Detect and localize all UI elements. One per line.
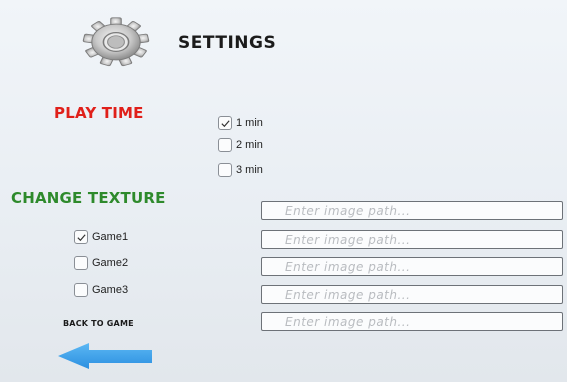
play-time-option-3min[interactable]: 3 min <box>218 162 263 178</box>
texture-label: Game3 <box>92 284 129 296</box>
checkbox-3min[interactable] <box>218 163 232 177</box>
texture-option-game1[interactable]: Game1 <box>74 229 128 245</box>
checkbox-2min[interactable] <box>218 138 232 152</box>
play-time-label: 2 min <box>236 139 263 151</box>
change-texture-heading: CHANGE TEXTURE <box>11 189 166 207</box>
checkbox-game3[interactable] <box>74 283 88 297</box>
left-arrow-icon[interactable] <box>57 342 153 370</box>
play-time-option-2min[interactable]: 2 min <box>218 137 263 153</box>
checkbox-game1[interactable] <box>74 230 88 244</box>
texture-label: Game1 <box>92 231 129 243</box>
image-path-input-5[interactable] <box>261 312 563 331</box>
checkbox-1min[interactable] <box>218 116 232 130</box>
checkmark-icon <box>76 233 86 241</box>
image-path-input-2[interactable] <box>261 230 563 249</box>
play-time-label: 3 min <box>236 164 263 176</box>
gear-icon <box>82 17 150 67</box>
texture-option-game3[interactable]: Game3 <box>74 282 128 298</box>
play-time-label: 1 min <box>236 117 263 129</box>
play-time-heading: PLAY TIME <box>54 104 144 122</box>
texture-option-game2[interactable]: Game2 <box>74 255 128 271</box>
image-path-input-4[interactable] <box>261 285 563 304</box>
page-title: SETTINGS <box>178 33 277 53</box>
image-path-input-3[interactable] <box>261 257 563 276</box>
play-time-option-1min[interactable]: 1 min <box>218 115 263 131</box>
back-to-game-label: BACK TO GAME <box>63 319 134 328</box>
checkbox-game2[interactable] <box>74 256 88 270</box>
checkmark-icon <box>220 119 230 127</box>
image-path-input-1[interactable] <box>261 201 563 220</box>
texture-label: Game2 <box>92 257 129 269</box>
